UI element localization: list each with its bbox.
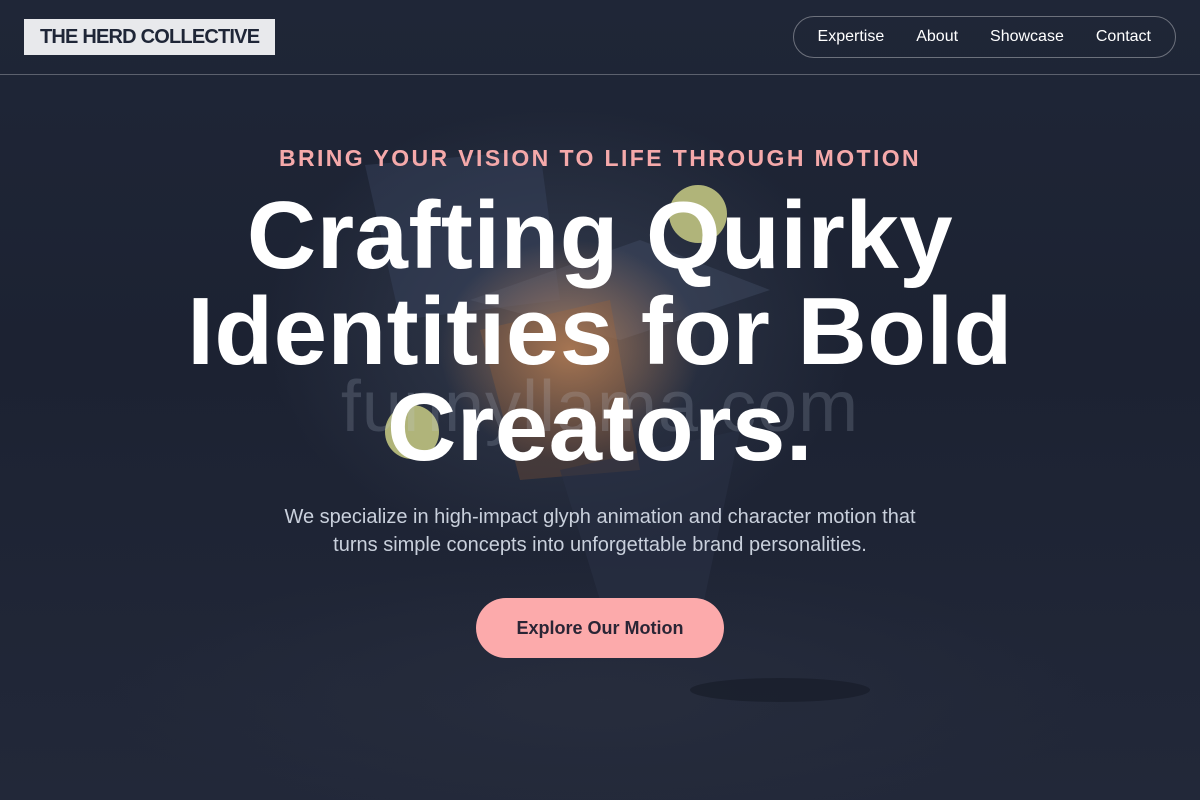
main-nav: Expertise About Showcase Contact bbox=[792, 16, 1176, 58]
hero-title-line-1: Crafting Quirky bbox=[246, 182, 954, 289]
brand-logo[interactable]: THE HERD COLLECTIVE bbox=[24, 19, 276, 55]
site-header: THE HERD COLLECTIVE Expertise About Show… bbox=[0, 0, 1200, 75]
hero-subtitle-line-2: turns simple concepts into unforgettable… bbox=[333, 534, 867, 556]
nav-link-showcase[interactable]: Showcase bbox=[990, 28, 1064, 46]
nav-link-expertise[interactable]: Expertise bbox=[818, 28, 885, 46]
explore-motion-button[interactable]: Explore Our Motion bbox=[476, 598, 724, 658]
hero-title-line-2: Identities for Bold bbox=[187, 278, 1013, 385]
nav-link-about[interactable]: About bbox=[916, 28, 958, 46]
hero-subtitle: We specialize in high-impact glyph anima… bbox=[270, 503, 930, 559]
hero-subtitle-line-1: We specialize in high-impact glyph anima… bbox=[284, 506, 916, 528]
hero-title-line-3: Creators. bbox=[387, 374, 813, 481]
hero-title: Crafting Quirky Identities for Bold Crea… bbox=[100, 188, 1100, 476]
hero-eyebrow: BRING YOUR VISION TO LIFE THROUGH MOTION bbox=[278, 145, 922, 171]
nav-link-contact[interactable]: Contact bbox=[1096, 28, 1151, 46]
